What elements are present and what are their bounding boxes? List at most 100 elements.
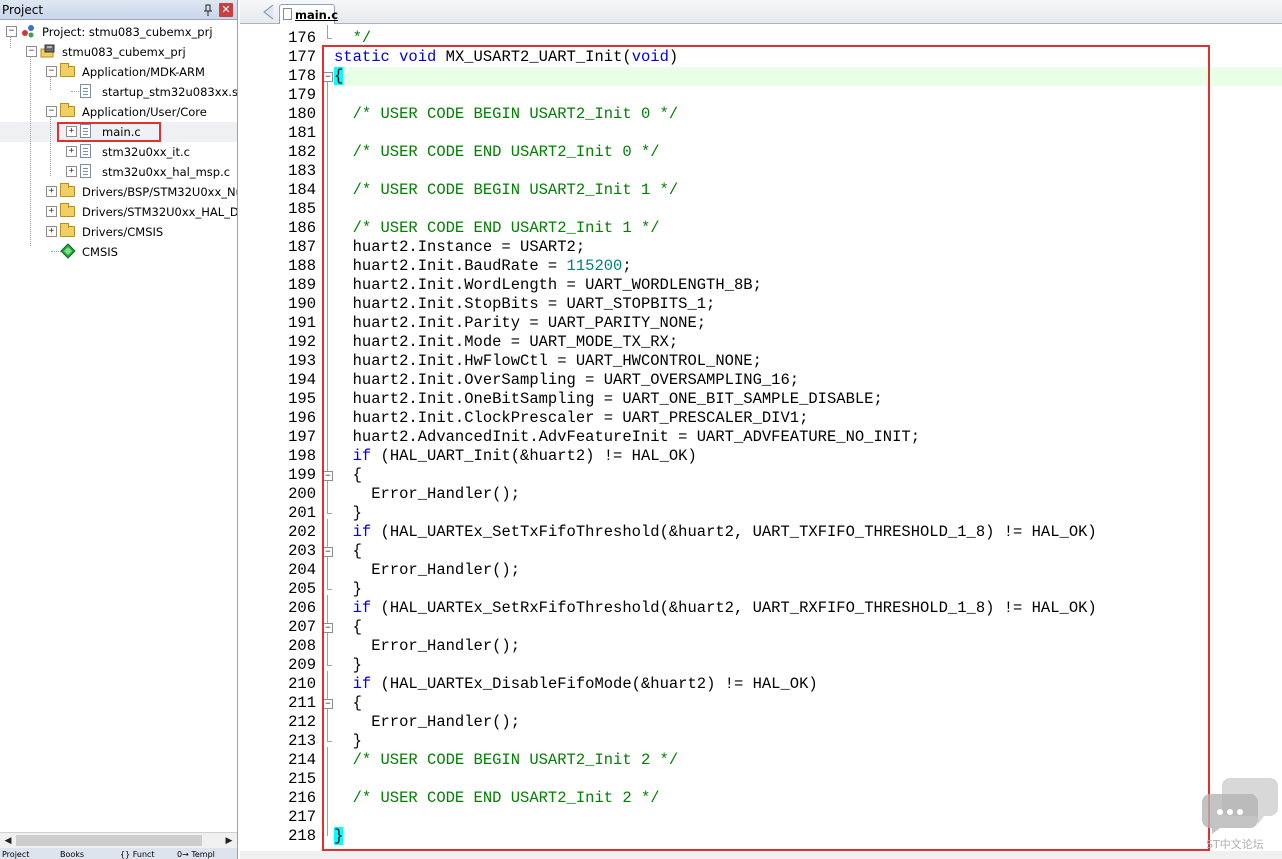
fold-guide <box>327 25 328 38</box>
project-pane-title: Project <box>2 3 44 17</box>
line-number: 214 <box>288 751 316 769</box>
line-number: 204 <box>288 561 316 579</box>
folder-icon <box>60 223 75 237</box>
tree-node[interactable]: + Drivers/CMSIS <box>0 222 237 242</box>
line-number: 184 <box>288 181 316 199</box>
tree-node-label: Application/User/Core <box>82 105 207 119</box>
line-number: 194 <box>288 371 316 389</box>
tree-horizontal-scrollbar[interactable]: ◀ ▶ <box>0 832 237 848</box>
expand-icon[interactable]: + <box>66 146 77 157</box>
tree-node-label: stmu083_cubemx_prj <box>62 45 186 59</box>
line-number: 187 <box>288 238 316 256</box>
tree-node-label: stm32u0xx_it.c <box>102 145 190 159</box>
line-number: 200 <box>288 485 316 503</box>
tree-node-label: Project: stmu083_cubemx_prj <box>42 25 213 39</box>
tree-guide-line <box>50 76 51 90</box>
line-number: 190 <box>288 295 316 313</box>
expand-icon[interactable]: + <box>66 166 77 177</box>
tab-functions[interactable]: {} Funct <box>120 850 172 859</box>
c-file-icon <box>283 8 292 20</box>
scroll-right-arrow-icon[interactable]: ▶ <box>222 834 236 848</box>
tree-node[interactable]: + Drivers/BSP/STM32U0xx_Nuc <box>0 182 237 202</box>
file-icon <box>80 164 91 178</box>
project-pane-header: Project ✕ <box>0 0 237 20</box>
tree-node[interactable]: + stm32u0xx_hal_msp.c <box>0 162 237 182</box>
collapse-icon[interactable]: − <box>6 26 17 37</box>
folder-icon <box>60 63 75 77</box>
fold-end-marker <box>327 38 332 39</box>
tab-project[interactable]: Project <box>2 850 54 859</box>
line-number: 205 <box>288 580 316 598</box>
line-number: 203 <box>288 542 316 560</box>
tree-guide-line <box>10 36 11 48</box>
expand-icon[interactable]: + <box>46 206 57 217</box>
line-number: 217 <box>288 808 316 826</box>
project-icon <box>20 23 36 39</box>
line-number: 198 <box>288 447 316 465</box>
line-number: 178 <box>288 67 316 85</box>
scroll-left-arrow-icon[interactable]: ◀ <box>1 834 15 848</box>
target-icon <box>40 43 56 59</box>
line-number: 186 <box>288 219 316 237</box>
pin-icon[interactable] <box>201 3 215 17</box>
line-number: 197 <box>288 428 316 446</box>
tree-node-label: CMSIS <box>82 245 118 259</box>
line-number: 212 <box>288 713 316 731</box>
tab-main-c-label: main.c <box>295 8 339 22</box>
tree-guide-line <box>30 56 31 246</box>
tree-node[interactable]: + Drivers/STM32U0xx_HAL_Dri <box>0 202 237 222</box>
line-number: 177 <box>288 48 316 66</box>
line-number: 180 <box>288 105 316 123</box>
editor-horizontal-scrollbar[interactable] <box>240 851 1282 859</box>
tree-node-label: Drivers/STM32U0xx_HAL_Dri <box>82 205 237 219</box>
line-number: 196 <box>288 409 316 427</box>
collapse-icon[interactable]: − <box>46 106 57 117</box>
folder-icon <box>60 203 75 217</box>
tree-node[interactable]: − Application/MDK-ARM <box>0 62 237 82</box>
line-number: 216 <box>288 789 316 807</box>
folder-icon <box>60 183 75 197</box>
tree-node[interactable]: startup_stm32u083xx.s <box>0 82 237 102</box>
tree-node-label: Drivers/CMSIS <box>82 225 164 239</box>
file-icon <box>80 144 91 158</box>
line-number: 176 <box>288 29 316 47</box>
tree-node[interactable]: − stmu083_cubemx_prj <box>0 42 237 62</box>
tab-templates[interactable]: 0→ Templ <box>177 850 235 859</box>
tree-node-label: startup_stm32u083xx.s <box>102 85 237 99</box>
line-number: 192 <box>288 333 316 351</box>
editor-tab-bar: main.c <box>240 0 1282 24</box>
tree-guide-line <box>50 116 51 176</box>
project-bottom-tabs: Project Books {} Funct 0→ Templ <box>0 848 237 859</box>
line-number: 195 <box>288 390 316 408</box>
line-number: 191 <box>288 314 316 332</box>
project-tree: − Project: stmu083_cubemx_prj − stmu083_cub… <box>0 22 237 830</box>
line-number: 179 <box>288 86 316 104</box>
tab-scroll-icon[interactable] <box>262 4 274 20</box>
expand-icon[interactable]: + <box>46 226 57 237</box>
tab-books[interactable]: Books <box>60 850 114 859</box>
line-number: 182 <box>288 143 316 161</box>
line-number: 208 <box>288 637 316 655</box>
line-number: 183 <box>288 162 316 180</box>
tab-main-c[interactable]: main.c <box>279 4 339 24</box>
file-icon <box>80 84 91 98</box>
close-icon[interactable]: ✕ <box>219 3 233 17</box>
line-number: 210 <box>288 675 316 693</box>
folder-icon <box>60 103 75 117</box>
tree-node[interactable]: + stm32u0xx_it.c <box>0 142 237 162</box>
line-number: 202 <box>288 523 316 541</box>
line-number: 215 <box>288 770 316 788</box>
line-number: 211 <box>288 694 316 712</box>
expand-icon[interactable]: + <box>46 186 57 197</box>
line-number: 201 <box>288 504 316 522</box>
tree-node[interactable]: CMSIS <box>0 242 237 262</box>
tree-node[interactable]: − Project: stmu083_cubemx_prj <box>0 22 237 42</box>
collapse-icon[interactable]: − <box>26 46 37 57</box>
line-number: 209 <box>288 656 316 674</box>
tree-node-label: Drivers/BSP/STM32U0xx_Nuc <box>82 185 237 199</box>
usart2-init-highlight-box <box>322 45 1210 851</box>
scrollbar-thumb[interactable] <box>16 835 202 846</box>
tree-node[interactable]: − Application/User/Core <box>0 102 237 122</box>
collapse-icon[interactable]: − <box>46 66 57 77</box>
cmsis-icon <box>60 243 76 259</box>
